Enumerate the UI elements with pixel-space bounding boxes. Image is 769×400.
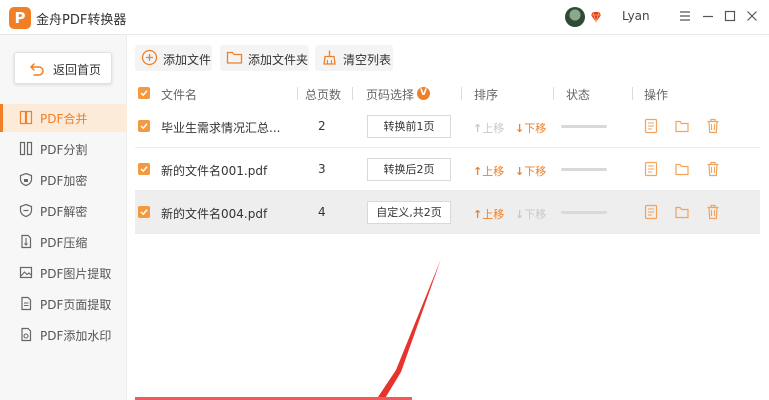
red-annotation-arrow [376, 259, 441, 400]
